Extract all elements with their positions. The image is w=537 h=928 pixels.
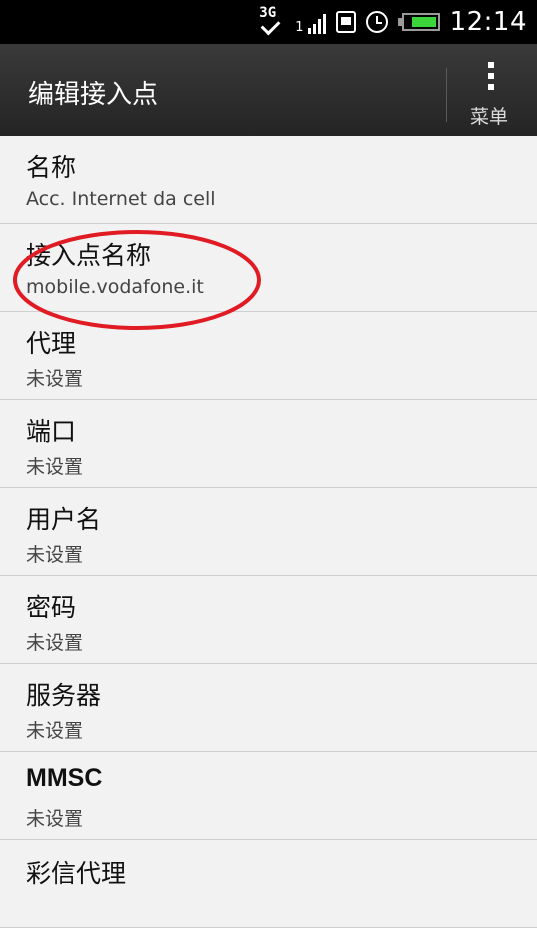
item-label: 密码 — [26, 593, 77, 622]
item-value: mobile.vodafone.it — [26, 276, 204, 298]
item-label: 名称 — [26, 153, 77, 182]
status-bar: 3G 1 12:14 — [0, 0, 537, 44]
item-label: 服务器 — [26, 681, 102, 710]
list-item-name[interactable]: 名称 Acc. Internet da cell — [0, 136, 537, 224]
battery-icon — [397, 13, 440, 31]
status-icons: 3G 1 12:14 — [257, 0, 527, 44]
list-item-proxy[interactable]: 代理 未设置 — [0, 312, 537, 400]
page-title: 编辑接入点 — [28, 80, 159, 110]
list-item-port[interactable]: 端口 未设置 — [0, 400, 537, 488]
list-item-server[interactable]: 服务器 未设置 — [0, 664, 537, 752]
3g-icon: 3G — [257, 5, 285, 37]
list-item-apn[interactable]: 接入点名称 mobile.vodafone.it — [0, 224, 537, 312]
action-bar: 编辑接入点 菜单 — [0, 44, 537, 136]
item-value: 未设置 — [26, 632, 84, 654]
item-label: 端口 — [26, 417, 77, 446]
battery-level — [411, 17, 436, 27]
action-bar-divider — [446, 68, 447, 122]
item-label: 接入点名称 — [26, 241, 152, 270]
list-item-username[interactable]: 用户名 未设置 — [0, 488, 537, 576]
list-item-mms-proxy[interactable]: 彩信代理 — [0, 840, 537, 928]
list-item-mmsc[interactable]: MMSC 未设置 — [0, 752, 537, 840]
alarm-icon — [365, 11, 388, 33]
item-value: 未设置 — [26, 368, 84, 390]
overflow-menu-icon — [488, 62, 494, 95]
menu-button[interactable]: 菜单 — [456, 56, 530, 132]
item-label: MMSC — [26, 764, 103, 792]
list-item-password[interactable]: 密码 未设置 — [0, 576, 537, 664]
item-label: 代理 — [26, 329, 77, 358]
menu-label: 菜单 — [470, 106, 509, 128]
item-label: 彩信代理 — [26, 859, 127, 888]
item-value: Acc. Internet da cell — [26, 188, 216, 210]
item-value: 未设置 — [26, 544, 84, 566]
signal-prefix: 1 — [295, 20, 304, 35]
item-value: 未设置 — [26, 808, 84, 830]
item-label: 用户名 — [26, 505, 102, 534]
sim-icon — [335, 11, 356, 33]
item-value: 未设置 — [26, 720, 84, 742]
apn-settings-list: 名称 Acc. Internet da cell 接入点名称 mobile.vo… — [0, 136, 537, 928]
signal-icon: 1 — [295, 10, 326, 35]
status-time: 12:14 — [449, 7, 527, 37]
item-value: 未设置 — [26, 456, 84, 478]
